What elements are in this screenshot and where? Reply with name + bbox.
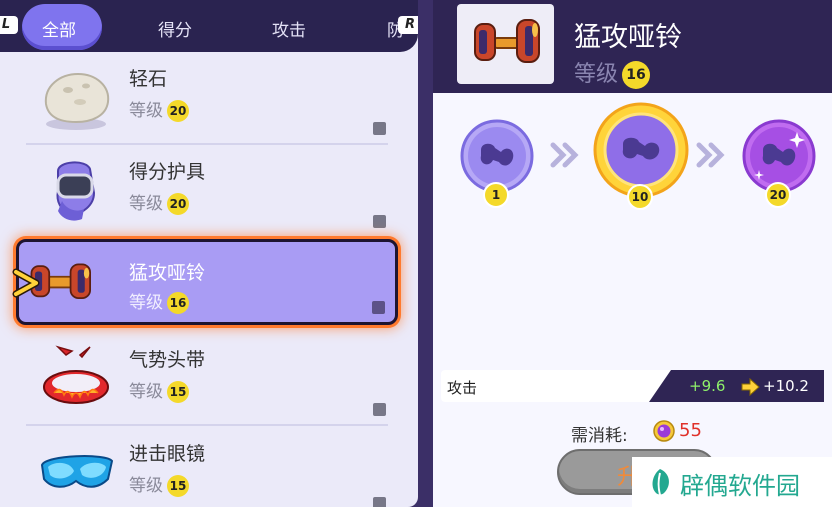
selector-chevron-icon	[12, 268, 40, 298]
level-badge: 16	[167, 292, 189, 314]
watermark: 辟偶软件园	[632, 457, 832, 507]
list-item-selected[interactable]: 猛攻哑铃 等级 16	[16, 239, 398, 325]
checkbox[interactable]	[373, 215, 386, 228]
list-item[interactable]: 得分护具 等级 20	[26, 145, 388, 238]
tab-scoring[interactable]: 得分	[158, 16, 192, 41]
item-level: 等级 15	[129, 471, 189, 497]
list-item[interactable]: 进击眼镜 等级 15	[26, 427, 388, 507]
item-detail-panel: 猛攻哑铃 等级 16 1 10 20 攻击 +9.6 +10.2 需消耗: 55…	[433, 0, 832, 507]
item-enhancer-icon	[653, 420, 675, 442]
tab-attack[interactable]: 攻击	[272, 16, 306, 41]
leaf-logo-icon	[652, 469, 669, 496]
checkbox[interactable]	[373, 122, 386, 135]
double-chevron-right-icon	[550, 142, 579, 168]
level-badge: 15	[167, 475, 189, 497]
item-name: 猛攻哑铃	[129, 262, 206, 284]
level-badge: 16	[622, 61, 651, 89]
category-tab-bar: L 全部 得分 攻击 防 R	[0, 0, 418, 52]
stat-next-value: +10.2	[763, 377, 809, 395]
level-badge: 20	[167, 100, 189, 122]
level-badge: 15	[167, 381, 189, 403]
left-shoulder-button[interactable]: L	[0, 16, 18, 34]
cost-label: 需消耗:	[571, 426, 628, 446]
checkbox[interactable]	[373, 497, 386, 507]
list-item[interactable]: 轻石 等级 20	[26, 52, 388, 145]
float-stone-icon	[44, 72, 110, 130]
item-name: 轻石	[129, 68, 168, 90]
detail-level: 等级 16	[574, 56, 651, 89]
checkbox[interactable]	[372, 301, 385, 314]
item-level: 等级 20	[129, 189, 189, 215]
upgrade-stage-1: 1	[459, 118, 535, 208]
stat-current-value: +9.6	[689, 377, 726, 395]
upgrade-stage-2: 10	[593, 102, 689, 210]
detail-icon-frame	[457, 4, 554, 84]
item-level: 等级 20	[129, 96, 189, 122]
stat-row-attack: 攻击 +9.6 +10.2	[441, 370, 824, 402]
right-shoulder-button[interactable]: R	[398, 16, 418, 34]
tab-all[interactable]: 全部	[42, 16, 76, 41]
upgrade-stage-3: 20	[741, 118, 817, 208]
double-chevron-right-icon	[696, 142, 725, 168]
stat-label: 攻击	[447, 379, 478, 397]
stage-level-badge: 10	[627, 184, 653, 210]
detail-header: 猛攻哑铃 等级 16	[433, 0, 832, 93]
level-badge: 20	[167, 193, 189, 215]
item-name: 得分护具	[129, 161, 206, 183]
detail-title: 猛攻哑铃	[574, 22, 682, 53]
cost-value: 55	[679, 420, 702, 441]
item-name: 气势头带	[129, 349, 206, 371]
score-shield-icon	[56, 161, 96, 221]
list-item[interactable]: 气势头带 等级 15	[26, 333, 388, 426]
item-level: 等级 16	[129, 288, 189, 314]
stage-level-badge: 1	[483, 182, 509, 208]
focus-band-icon	[43, 345, 109, 404]
checkbox[interactable]	[373, 403, 386, 416]
attack-goggles-icon	[40, 455, 114, 488]
arrow-right-icon	[741, 378, 760, 396]
item-level: 等级 15	[129, 377, 189, 403]
muscle-band-dumbbell-icon	[474, 19, 540, 63]
watermark-text: 辟偶软件园	[680, 472, 800, 500]
item-list-panel: L 全部 得分 攻击 防 R 轻石 等级 20 得分护具 等级 20 猛攻哑铃 …	[0, 0, 418, 507]
item-name: 进击眼镜	[129, 443, 206, 465]
stage-level-badge: 20	[765, 182, 791, 208]
